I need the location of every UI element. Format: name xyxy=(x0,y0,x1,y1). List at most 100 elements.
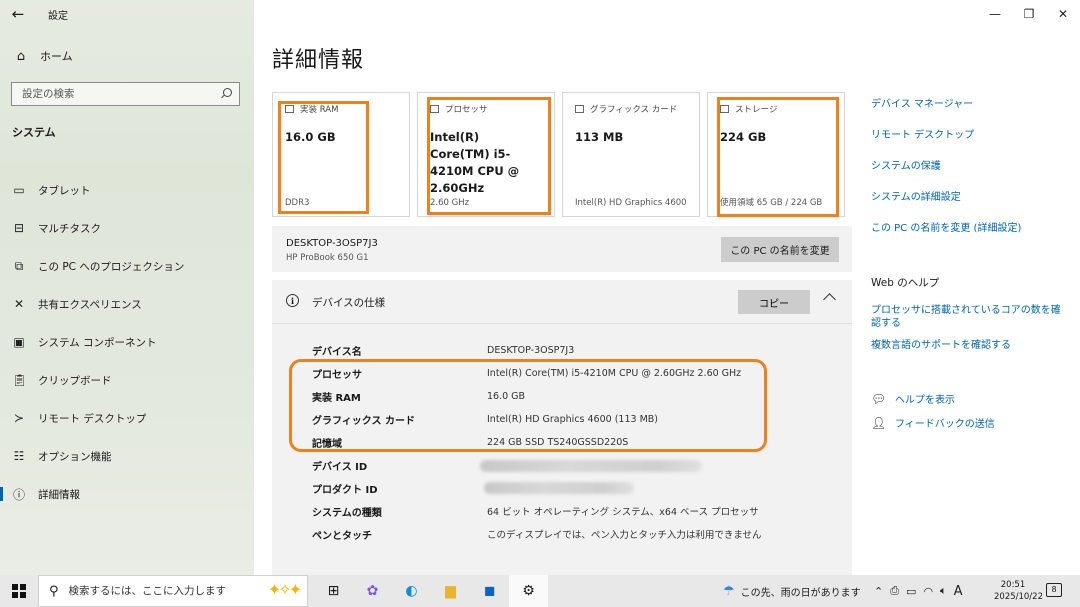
related-link-rename-advanced[interactable]: この PC の名前を変更 (詳細設定) xyxy=(871,222,1021,235)
multitask-icon: ⊟ xyxy=(13,221,25,235)
restore-button[interactable]: ❐ xyxy=(1012,0,1046,28)
device-specs-header[interactable]: i デバイスの仕様 コピー xyxy=(272,280,852,324)
help-chat-icon: 💬︎ xyxy=(871,391,887,406)
projection-icon: ⧉ xyxy=(14,258,24,273)
home-nav-item[interactable]: ⌂ ホーム xyxy=(14,48,73,64)
get-help-link[interactable]: 💬︎ ヘルプを表示 xyxy=(871,391,955,407)
sidebar-item-about[interactable]: ⓘ 詳細情報 xyxy=(0,475,254,513)
copilot-button[interactable]: ✿ xyxy=(353,575,392,607)
sidebar-item-optional-features[interactable]: ☷ オプション機能 xyxy=(0,437,254,475)
spec-value: 64 ビット オペレーティング システム、x64 ベース プロセッサ xyxy=(487,507,759,518)
device-name: DESKTOP-3OSP7J3 xyxy=(286,238,378,249)
page-title: 詳細情報 xyxy=(272,48,365,73)
weather-widget[interactable]: ☂ この先、雨の日があります xyxy=(723,575,861,607)
spec-row: ペンとタッチ このディスプレイでは、ペン入力とタッチ入力は利用できません xyxy=(312,524,832,544)
card-processor: プロセッサ Intel(R) Core(TM) i5-4210M CPU @ 2… xyxy=(417,92,555,217)
device-name-panel: DESKTOP-3OSP7J3 HP ProBook 650 G1 この PC … xyxy=(272,226,852,272)
card-graphics: グラフィックス カード 113 MB Intel(R) HD Graphics … xyxy=(562,92,700,217)
notification-count: 8 xyxy=(1051,585,1057,594)
feedback-link[interactable]: 👤︎ フィードバックの送信 xyxy=(871,415,995,431)
sidebar-item-clipboard[interactable]: 📋︎ クリップボード xyxy=(0,361,254,399)
minimize-icon: — xyxy=(989,7,1001,21)
task-view-button[interactable]: ⊞ xyxy=(314,575,353,607)
chevron-up-tray-icon[interactable]: ⌃ xyxy=(874,585,883,598)
spec-row: グラフィックス カード Intel(R) HD Graphics 4600 (1… xyxy=(312,409,832,429)
related-link-system-protection[interactable]: システムの保護 xyxy=(871,160,941,173)
card-heading: プロセッサ xyxy=(445,105,488,115)
section-heading: システム xyxy=(12,126,56,139)
card-value: Intel(R) Core(TM) i5-4210M CPU @ 2.60GHz xyxy=(430,130,520,195)
rename-pc-button[interactable]: この PC の名前を変更 xyxy=(721,237,839,262)
ram-icon xyxy=(285,105,294,113)
card-heading: ストレージ xyxy=(735,105,778,115)
settings-taskbar-button[interactable]: ⚙ xyxy=(509,575,548,607)
optional-features-icon: ☷ xyxy=(13,449,25,463)
edge-icon: ◐ xyxy=(405,583,418,599)
remote-desktop-icon: ≻ xyxy=(13,411,25,425)
processor-icon xyxy=(430,105,439,113)
sidebar: ← 設定 ⌂ ホーム システム ▭ タブレット ⊟ マルチタスク ⧉ この PC… xyxy=(0,0,254,575)
ime-indicator[interactable]: A xyxy=(954,584,963,599)
spec-key: グラフィックス カード xyxy=(312,415,415,427)
spec-key: 記憶域 xyxy=(312,438,342,450)
spec-row: 記憶域 224 GB SSD TS240GSSD220S xyxy=(312,432,832,452)
battery-icon[interactable]: ▭ xyxy=(906,585,916,598)
device-model: HP ProBook 650 G1 xyxy=(286,253,369,263)
sidebar-item-label: マルチタスク xyxy=(38,222,101,235)
card-subtext: Intel(R) HD Graphics 4600 xyxy=(575,198,687,208)
outlook-icon: ◼ xyxy=(483,583,496,599)
sidebar-item-multitask[interactable]: ⊟ マルチタスク xyxy=(0,209,254,247)
storage-icon xyxy=(720,105,729,113)
card-value: 224 GB xyxy=(720,130,767,144)
spec-value: DESKTOP-3OSP7J3 xyxy=(487,344,575,356)
web-help-link-cores[interactable]: プロセッサに搭載されているコアの数を確認する xyxy=(871,304,1061,330)
sidebar-item-system-components[interactable]: ▣ システム コンポーネント xyxy=(0,323,254,361)
copy-button[interactable]: コピー xyxy=(738,290,810,314)
gear-icon: ⚙ xyxy=(522,583,535,599)
folder-icon: ▆ xyxy=(445,583,456,599)
taskbar-clock[interactable]: 20:51 2025/10/22 xyxy=(994,579,1043,603)
device-icon[interactable]: ⎙ xyxy=(890,584,899,598)
related-link-device-manager[interactable]: デバイス マネージャー xyxy=(871,98,973,111)
sidebar-item-label: タブレット xyxy=(38,184,91,197)
back-arrow-icon: ← xyxy=(11,5,25,23)
main-content: — ❐ ✕ 詳細情報 実装 RAM 16.0 GB DDR3 プロセッサ Int… xyxy=(254,0,1080,575)
about-icon: ⓘ xyxy=(12,487,25,502)
start-button[interactable] xyxy=(0,575,38,607)
card-value: 16.0 GB xyxy=(285,130,336,144)
sidebar-item-label: 共有エクスペリエンス xyxy=(38,298,142,311)
related-link-remote-desktop[interactable]: リモート デスクトップ xyxy=(871,129,974,142)
sidebar-item-tablet[interactable]: ▭ タブレット xyxy=(0,171,254,209)
sidebar-item-remote-desktop[interactable]: ≻ リモート デスクトップ xyxy=(0,399,254,437)
sidebar-item-shared-experience[interactable]: ✕ 共有エクスペリエンス xyxy=(0,285,254,323)
card-subtext: 使用領域 65 GB / 224 GB xyxy=(720,198,823,208)
taskbar-search-input[interactable] xyxy=(68,585,249,597)
sidebar-item-projection[interactable]: ⧉ この PC へのプロジェクション xyxy=(0,247,254,285)
minimize-button[interactable]: — xyxy=(978,0,1012,28)
related-link-advanced-system[interactable]: システムの詳細設定 xyxy=(871,191,961,204)
volume-icon[interactable]: 🔈︎ xyxy=(940,584,947,598)
outlook-button[interactable]: ◼ xyxy=(470,575,509,607)
search-icon[interactable] xyxy=(220,88,232,100)
settings-search-input[interactable] xyxy=(22,88,212,100)
web-help-link-languages[interactable]: 複数言語のサポートを確認する xyxy=(871,339,1011,352)
taskbar-search-box[interactable]: ⚲ ✦✧✦ xyxy=(38,575,308,607)
tablet-icon: ▭ xyxy=(13,183,25,197)
system-tray: ⌃ ⎙ ▭ ◠ 🔈︎ A xyxy=(874,575,963,607)
card-subtext: DDR3 xyxy=(285,198,310,208)
wifi-icon[interactable]: ◠ xyxy=(923,585,933,598)
file-explorer-button[interactable]: ▆ xyxy=(431,575,470,607)
edge-button[interactable]: ◐ xyxy=(392,575,431,607)
spec-key: プロダクト ID xyxy=(312,484,378,496)
chevron-up-icon[interactable] xyxy=(823,293,836,306)
settings-search-box[interactable] xyxy=(11,82,240,106)
taskbar: ⚲ ✦✧✦ ⊞ ✿ ◐ ▆ ◼ ⚙ ☂ この先、雨の日があります ⌃ ⎙ ▭ ◠… xyxy=(0,575,1080,607)
card-subtext: 2.60 GHz xyxy=(430,198,470,208)
feedback-icon: 👤︎ xyxy=(871,415,887,430)
search-highlight-sparkle-icon: ✦✧✦ xyxy=(267,580,302,599)
back-button[interactable]: ← xyxy=(0,0,36,28)
spec-value: 16.0 GB xyxy=(487,390,526,402)
close-button[interactable]: ✕ xyxy=(1046,0,1080,28)
close-icon: ✕ xyxy=(1057,7,1069,21)
notification-center-button[interactable]: 8 xyxy=(1046,583,1062,597)
